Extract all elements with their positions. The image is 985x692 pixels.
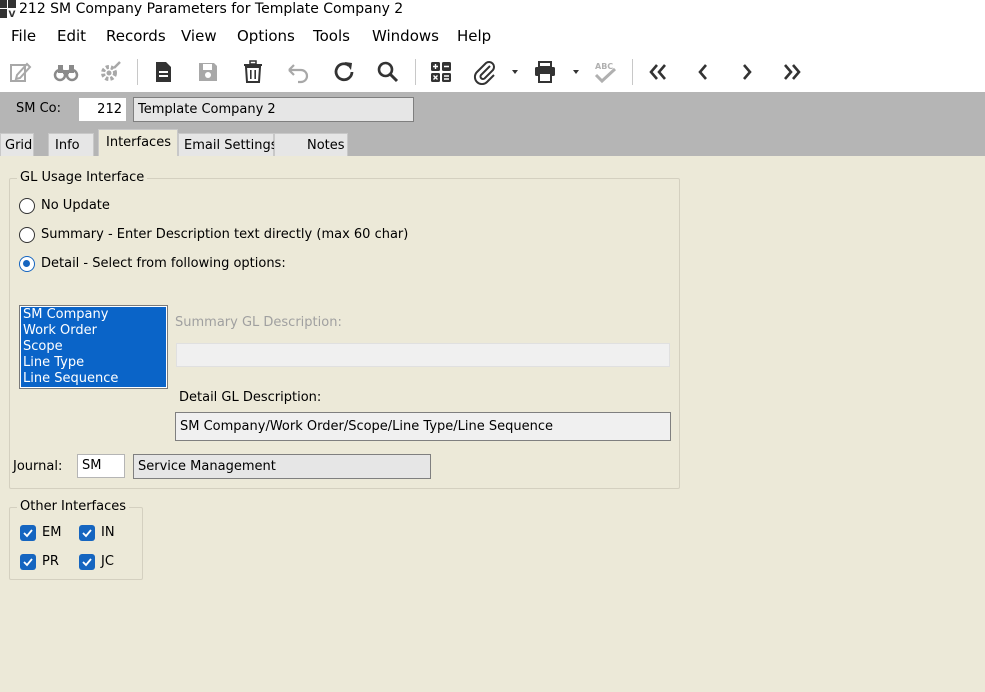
first-record-icon[interactable] <box>643 57 673 87</box>
journal-input[interactable]: SM <box>77 454 125 478</box>
checkbox-jc[interactable]: JC <box>79 554 114 570</box>
checkbox-label: JC <box>101 554 114 569</box>
menu-view[interactable]: View <box>181 26 217 46</box>
edit-icon[interactable] <box>5 57 35 87</box>
list-item[interactable]: Scope <box>21 339 166 355</box>
tab-interfaces[interactable]: Interfaces <box>98 129 178 156</box>
journal-label: Journal: <box>13 459 63 474</box>
last-record-icon[interactable] <box>777 57 807 87</box>
detail-gl-field: SM Company/Work Order/Scope/Line Type/Li… <box>175 412 671 441</box>
list-item[interactable]: SM Company <box>21 307 166 323</box>
checkbox-checked-icon[interactable] <box>20 525 36 541</box>
svg-text:ABC: ABC <box>595 62 613 71</box>
previous-record-icon[interactable] <box>688 57 718 87</box>
journal-description: Service Management <box>133 454 431 479</box>
title-bar: V 212 SM Company Parameters for Template… <box>0 0 985 20</box>
save-icon[interactable] <box>193 57 223 87</box>
toolbar-separator <box>415 59 416 85</box>
menu-tools[interactable]: Tools <box>313 26 350 46</box>
smco-input[interactable]: 212 <box>78 97 127 122</box>
delete-icon[interactable] <box>238 57 268 87</box>
checkbox-checked-icon[interactable] <box>79 525 95 541</box>
gl-usage-title: GL Usage Interface <box>17 170 148 186</box>
new-document-icon[interactable] <box>148 57 178 87</box>
radio-label: No Update <box>41 198 110 213</box>
checkbox-checked-icon[interactable] <box>79 554 95 570</box>
tab-grid[interactable]: Grid <box>0 133 34 156</box>
radio-no-update[interactable]: No Update <box>19 197 110 215</box>
checkbox-in[interactable]: IN <box>79 525 115 541</box>
tab-info[interactable]: Info <box>48 133 94 156</box>
list-item[interactable]: Work Order <box>21 323 166 339</box>
menu-help[interactable]: Help <box>457 26 491 46</box>
detail-gl-label: Detail GL Description: <box>179 390 322 405</box>
radio-button[interactable] <box>19 227 35 243</box>
window-title: 212 SM Company Parameters for Template C… <box>19 1 404 17</box>
attachment-icon[interactable] <box>470 57 500 87</box>
toolbar-separator <box>137 59 138 85</box>
checkbox-em[interactable]: EM <box>20 525 61 541</box>
list-item[interactable]: Line Type <box>21 355 166 371</box>
summary-gl-input <box>176 343 670 367</box>
summary-gl-label: Summary GL Description: <box>175 315 342 330</box>
menu-edit[interactable]: Edit <box>57 26 86 46</box>
smco-label: SM Co: <box>16 101 62 116</box>
checkbox-label: IN <box>101 525 115 540</box>
radio-detail[interactable]: Detail - Select from following options: <box>19 255 286 273</box>
toolbar: ABC <box>0 52 985 92</box>
svg-text:V: V <box>9 10 16 18</box>
checkbox-checked-icon[interactable] <box>20 554 36 570</box>
spell-check-icon[interactable]: ABC <box>590 57 620 87</box>
settings-icon[interactable] <box>95 57 125 87</box>
tab-notes[interactable]: Notes <box>274 133 348 156</box>
menu-windows[interactable]: Windows <box>372 26 439 46</box>
other-interfaces-title: Other Interfaces <box>17 499 130 515</box>
print-icon[interactable] <box>530 57 560 87</box>
menu-records[interactable]: Records <box>106 26 166 46</box>
refresh-icon[interactable] <box>329 57 359 87</box>
menu-bar: File Edit Records View Options Tools Win… <box>0 20 985 52</box>
radio-button-selected[interactable] <box>19 256 35 272</box>
undo-icon[interactable] <box>283 57 313 87</box>
radio-label: Summary - Enter Description text directl… <box>41 227 409 242</box>
attachment-dropdown-icon[interactable] <box>511 65 519 79</box>
smco-description: Template Company 2 <box>133 97 414 122</box>
binoculars-icon[interactable] <box>51 57 81 87</box>
search-icon[interactable] <box>373 57 403 87</box>
radio-button[interactable] <box>19 198 35 214</box>
menu-file[interactable]: File <box>11 26 36 46</box>
tab-email-settings[interactable]: Email Settings <box>178 133 278 156</box>
checkbox-pr[interactable]: PR <box>20 554 59 570</box>
toolbar-separator <box>632 59 633 85</box>
app-icon: V <box>0 0 16 18</box>
checkbox-label: EM <box>42 525 62 540</box>
checkbox-label: PR <box>42 554 59 569</box>
next-record-icon[interactable] <box>732 57 762 87</box>
calculator-icon[interactable] <box>426 57 456 87</box>
list-item[interactable]: Line Sequence <box>21 371 166 387</box>
menu-options[interactable]: Options <box>237 26 295 46</box>
detail-options-list[interactable]: SM Company Work Order Scope Line Type Li… <box>19 305 168 389</box>
radio-label: Detail - Select from following options: <box>41 256 286 271</box>
print-dropdown-icon[interactable] <box>572 65 580 79</box>
radio-summary[interactable]: Summary - Enter Description text directl… <box>19 226 408 244</box>
